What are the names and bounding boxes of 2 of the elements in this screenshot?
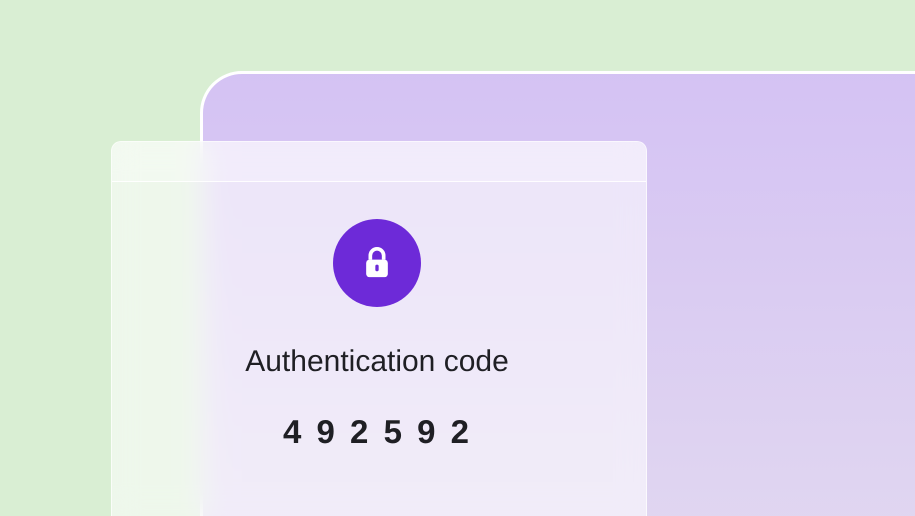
card-title: Authentication code — [245, 345, 509, 379]
auth-code: 4 9 2 5 9 2 — [283, 413, 471, 451]
